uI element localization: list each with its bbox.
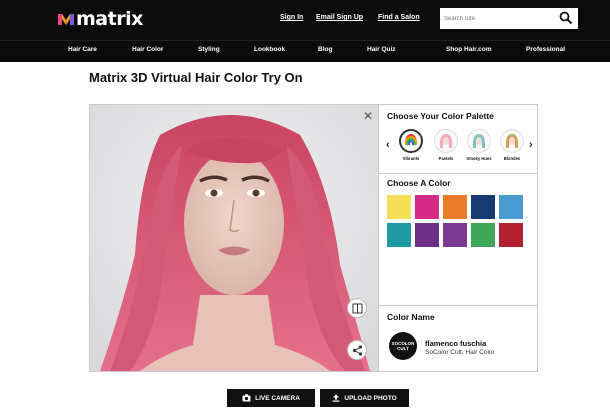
nav-professional[interactable]: Professional <box>526 46 565 53</box>
swatch-6[interactable] <box>387 223 411 247</box>
nav-blog[interactable]: Blog <box>318 46 332 53</box>
swatch-9[interactable] <box>471 223 495 247</box>
swatch-4[interactable] <box>471 195 495 219</box>
swatch-5[interactable] <box>499 195 523 219</box>
split-view-icon <box>352 303 362 313</box>
search-input[interactable] <box>444 12 554 25</box>
share-icon <box>352 344 362 356</box>
upload-icon <box>332 394 340 402</box>
sign-in-link[interactable]: Sign In <box>280 14 303 21</box>
find-salon-link[interactable]: Find a Salon <box>378 14 420 21</box>
palette-label: Blondes <box>503 156 521 161</box>
page-title: Matrix 3D Virtual Hair Color Try On <box>89 70 303 85</box>
model-photo <box>90 105 378 371</box>
search-box[interactable] <box>440 8 578 29</box>
search-icon[interactable] <box>559 11 573 25</box>
palette-pastels[interactable]: Pastels <box>430 129 462 161</box>
live-camera-label: LIVE CAMERA <box>255 394 300 402</box>
color-heading: Choose A Color <box>387 178 451 188</box>
socolor-cult-logo: SOCOLOR CULT <box>389 332 417 360</box>
main-nav: Hair Care Hair Color Styling Lookbook Bl… <box>0 40 610 62</box>
divider <box>379 305 538 306</box>
upload-photo-button[interactable]: UPLOAD PHOTO <box>320 389 409 407</box>
color-brand: SoColor Cult, Hair Color <box>425 349 495 356</box>
upload-photo-label: UPLOAD PHOTO <box>344 394 397 402</box>
share-button[interactable] <box>347 340 367 360</box>
palette-label: Pastels <box>438 156 454 161</box>
palette-vibrants[interactable]: Vibrants <box>395 129 427 161</box>
swatch-7[interactable] <box>415 223 439 247</box>
nav-lookbook[interactable]: Lookbook <box>254 46 285 53</box>
chevron-left-icon[interactable]: ‹ <box>386 139 390 151</box>
compare-button[interactable] <box>347 298 367 318</box>
matrix-logo[interactable]: matrix <box>58 8 143 30</box>
email-signup-link[interactable]: Email Sign Up <box>316 14 363 21</box>
swatch-2[interactable] <box>415 195 439 219</box>
nav-hair-color[interactable]: Hair Color <box>132 46 163 53</box>
color-name-heading: Color Name <box>387 312 435 322</box>
palette-blondes[interactable]: Blondes <box>496 129 528 161</box>
nav-hair-care[interactable]: Hair Care <box>68 46 97 53</box>
nav-styling[interactable]: Styling <box>198 46 220 53</box>
blonde-hair-icon <box>500 129 524 153</box>
logo-text: matrix <box>76 8 143 30</box>
palette-heading: Choose Your Color Palette <box>387 111 494 121</box>
swatch-8[interactable] <box>443 223 467 247</box>
divider <box>379 173 538 174</box>
model-portrait-image <box>90 105 378 371</box>
chevron-right-icon[interactable]: › <box>529 139 533 151</box>
swatch-10[interactable] <box>499 223 523 247</box>
live-camera-button[interactable]: LIVE CAMERA <box>227 389 315 407</box>
rainbow-hair-icon <box>399 129 423 153</box>
palette-smoky-hues[interactable]: Smoky Hues <box>463 129 495 161</box>
color-name: flamenco fuschia <box>425 339 487 348</box>
site-header: matrix Sign In Email Sign Up Find a Salo… <box>0 0 610 62</box>
teal-hair-icon <box>467 129 491 153</box>
nav-shop-hair[interactable]: Shop Hair.com <box>446 46 492 53</box>
matrix-m-logo-icon <box>58 14 74 25</box>
pink-hair-icon <box>434 129 458 153</box>
swatch-1[interactable] <box>387 195 411 219</box>
palette-label: Vibrants <box>402 156 420 161</box>
try-on-widget: ✕ Choose Your Color Palette ‹ Vibrants P… <box>89 104 538 372</box>
nav-hair-quiz[interactable]: Hair Quiz <box>367 46 396 53</box>
camera-icon <box>242 394 251 402</box>
swatch-3[interactable] <box>443 195 467 219</box>
palette-label: Smoky Hues <box>466 156 492 161</box>
close-icon[interactable]: ✕ <box>361 109 375 123</box>
color-panel: ✕ Choose Your Color Palette ‹ Vibrants P… <box>363 105 538 371</box>
palette-carousel: ‹ Vibrants Pastels Smoky Hues Blondes › <box>379 129 538 169</box>
